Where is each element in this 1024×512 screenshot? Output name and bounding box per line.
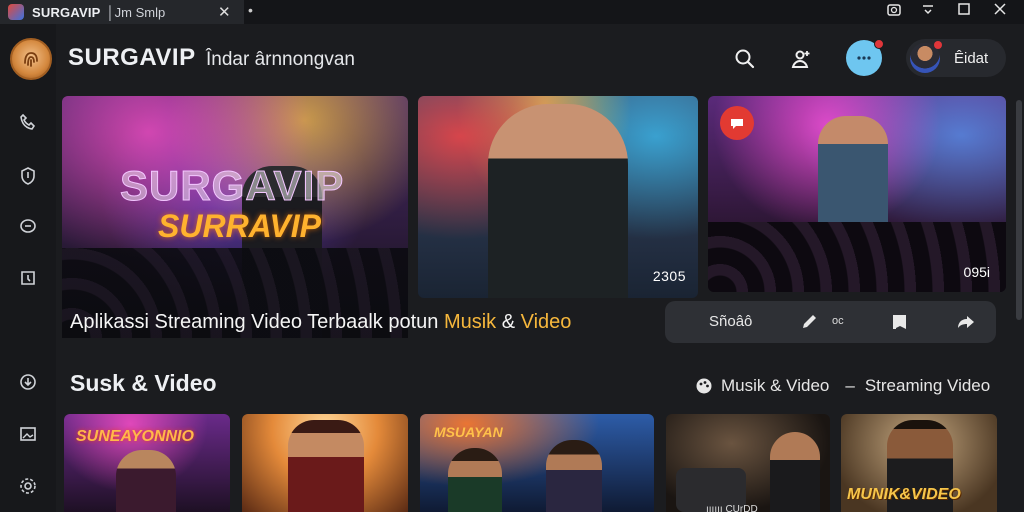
settings-icon[interactable] [16,474,40,498]
video-thumbnail[interactable] [242,414,408,512]
crew-figure [770,432,820,512]
video-card-concert[interactable]: 095i [708,96,1006,292]
video-duration: 095i [963,264,990,280]
filter-streaming-video[interactable]: Streaming Video [865,376,990,396]
brand-subtitle: Îndar ârnnongvan [206,49,355,70]
dropdown-icon[interactable] [918,2,938,19]
gallery-icon[interactable] [16,422,40,446]
new-tab-icon[interactable]: • [248,2,253,18]
like-count: oc [832,315,844,327]
singer-figure [488,104,628,298]
left-sidebar [0,24,56,512]
thumbnail-title: MUNIK&VIDEO [847,486,961,503]
bookmark-icon[interactable] [889,311,911,333]
camera-operator-figure [546,440,602,512]
app-logo-icon [8,4,24,20]
filter-music-video[interactable]: Musik & Video [721,376,829,396]
video-card-singer[interactable]: 2305 [418,96,698,298]
thumbnail-title: SUNEAYONNIO [76,428,194,445]
video-thumbnail[interactable]: SUNEAYONNIO [64,414,230,512]
banner-logo-text: SURGAVIP [119,162,345,210]
download-icon[interactable] [16,370,40,394]
caption-highlight-music: Musik [443,311,497,333]
tab-close-icon[interactable]: ✕ [218,3,231,21]
scrollbar[interactable] [1016,100,1022,320]
video-duration: 2305 [652,268,686,284]
featured-video-card[interactable]: SURGAVIP SURRAVIP [62,96,408,338]
presenter-figure [448,448,502,512]
add-user-icon[interactable] [788,46,814,72]
fingerprint-logo-icon[interactable] [10,38,52,80]
video-thumbnail[interactable]: MSUAYAN [420,414,654,512]
shield-icon[interactable] [16,164,40,188]
performer-figure [116,450,176,512]
profile-name: Êidat [954,49,989,67]
title-bar: SURGAVIP │Jm Smlp ✕ • [0,0,1024,24]
phone-icon[interactable] [16,110,40,134]
caption-connector: & [496,311,521,333]
notification-badge [874,39,884,49]
tab-title: SURGAVIP [32,4,101,20]
photographer-figure [288,420,364,512]
profile-button[interactable]: Êidat [906,39,1006,77]
palette-icon [696,378,712,394]
share-window-icon[interactable] [884,2,904,21]
caption-text: Aplikassi Streaming Video Terbaalk potun [70,311,444,333]
tab-subtitle: │Jm Smlp [106,4,166,20]
crowd-silhouette [708,222,1006,292]
hero-caption: Aplikassi Streaming Video Terbaalk potun… [70,311,571,334]
section-filters: Musik & Video – Streaming Video [695,376,990,396]
alarm-clock-icon[interactable] [16,266,40,290]
messages-icon [857,56,871,60]
status-dot [934,41,942,49]
avatar [910,41,942,73]
chat-icon[interactable] [16,214,40,238]
brand-title: SURGAVIP [68,44,196,71]
close-window-icon[interactable] [990,2,1010,19]
thumbnail-title: MSUAYAN [434,424,503,440]
messages-button[interactable] [846,39,884,76]
banner-logo-subtext: SURRAVIP [158,208,321,244]
video-thumbnail[interactable]: ıııııı CUrDD [666,414,830,512]
like-icon[interactable] [799,311,821,333]
search-icon[interactable] [732,46,758,72]
video-thumbnail[interactable]: MUNIK&VIDEO [841,414,997,512]
share-icon[interactable] [955,311,977,333]
caption-highlight-video: Video [520,311,572,333]
filter-separator: – [845,376,855,395]
action-label[interactable]: Sñoâô [709,313,752,330]
thumbnail-caption: ıııııı CUrDD [706,504,758,512]
section-title: Susk & Video [70,370,217,396]
maximize-icon[interactable] [954,2,974,19]
live-record-icon[interactable] [720,106,754,140]
browser-tab[interactable]: SURGAVIP │Jm Smlp ✕ [0,0,244,24]
action-bar: Sñoâô oc [665,301,996,343]
